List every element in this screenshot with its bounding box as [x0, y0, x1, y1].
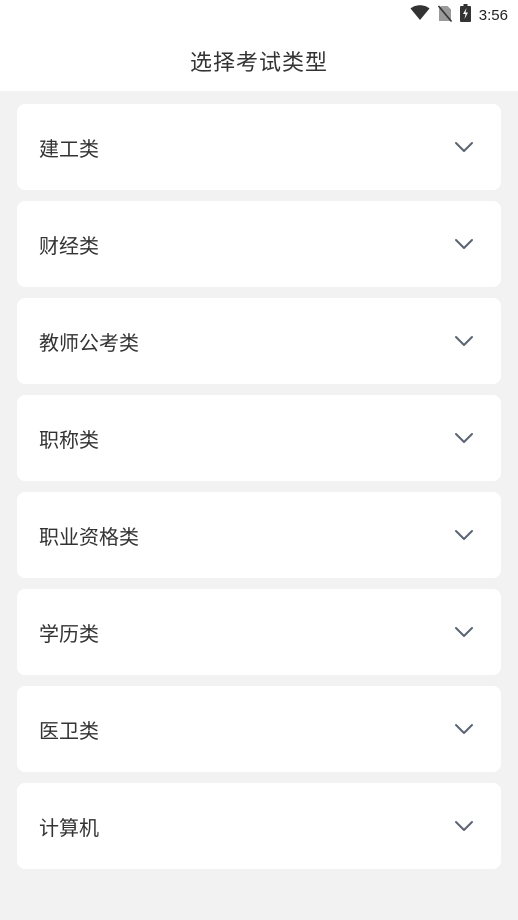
chevron-down-icon[interactable]: [453, 431, 475, 445]
category-item[interactable]: 学历类: [17, 589, 501, 675]
status-icons: 3:56: [410, 4, 508, 26]
status-bar: 3:56: [0, 0, 518, 30]
wifi-icon: [410, 5, 430, 25]
category-label: 计算机: [39, 815, 99, 840]
status-time: 3:56: [478, 6, 508, 24]
category-item[interactable]: 建工类: [17, 104, 501, 190]
chevron-down-icon[interactable]: [453, 140, 475, 154]
category-item[interactable]: 教师公考类: [17, 298, 501, 384]
chevron-down-icon[interactable]: [453, 819, 475, 833]
chevron-down-icon[interactable]: [453, 722, 475, 736]
category-label: 职业资格类: [39, 524, 139, 549]
category-item[interactable]: 财经类: [17, 201, 501, 287]
category-item[interactable]: 医卫类: [17, 686, 501, 772]
battery-charging-icon: [459, 4, 471, 26]
category-label: 财经类: [39, 233, 99, 258]
header: 选择考试类型: [0, 30, 518, 91]
chevron-down-icon[interactable]: [453, 237, 475, 251]
category-item[interactable]: 计算机: [17, 783, 501, 869]
category-item[interactable]: 职业资格类: [17, 492, 501, 578]
category-label: 建工类: [39, 136, 99, 161]
chevron-down-icon[interactable]: [453, 625, 475, 639]
no-sim-icon: [437, 4, 452, 26]
category-label: 学历类: [39, 621, 99, 646]
chevron-down-icon[interactable]: [453, 528, 475, 542]
category-item[interactable]: 职称类: [17, 395, 501, 481]
chevron-down-icon[interactable]: [453, 334, 475, 348]
category-label: 医卫类: [39, 718, 99, 743]
category-label: 教师公考类: [39, 330, 139, 355]
category-label: 职称类: [39, 427, 99, 452]
category-list: 建工类财经类教师公考类职称类职业资格类学历类医卫类计算机: [17, 104, 501, 880]
page-title: 选择考试类型: [189, 50, 328, 76]
